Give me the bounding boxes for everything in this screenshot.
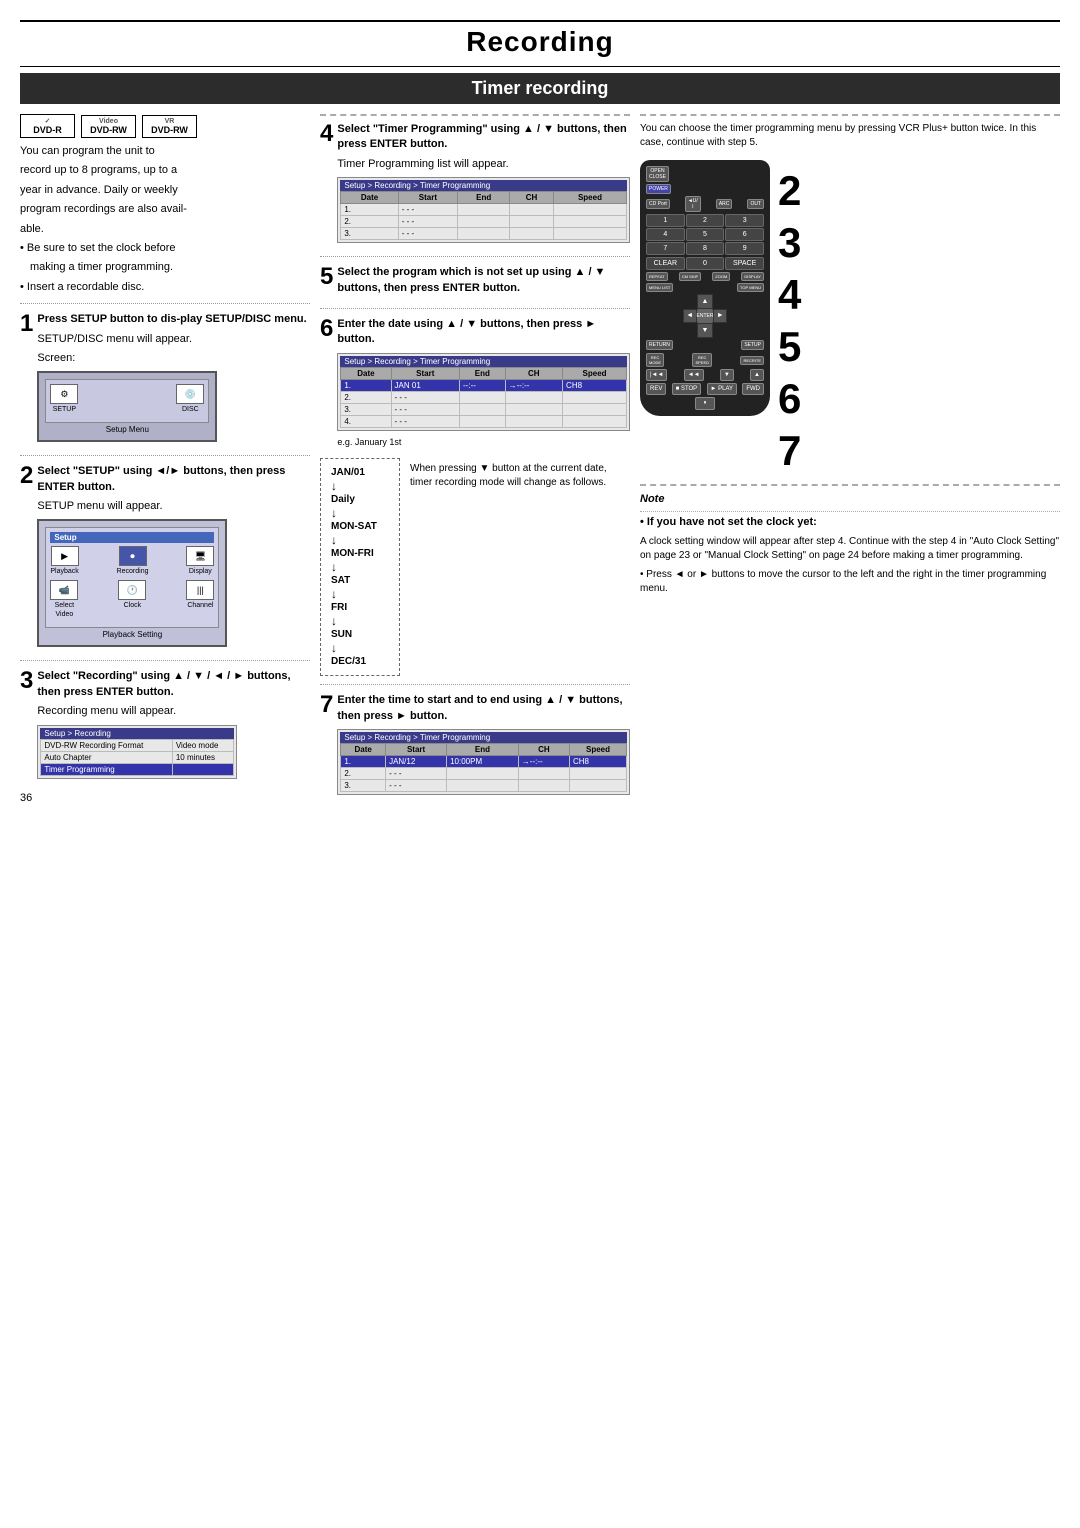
step-4: 4 Select "Timer Programming" using ▲ / ▼… (320, 114, 630, 248)
remote-transport: |◄◄ ◄◄ ▼ ▲ (646, 369, 764, 381)
page-number: 36 (20, 792, 310, 804)
page-title-area: Recording (20, 20, 1060, 67)
timer-prog-screen-1: Setup > Recording > Timer Programming Da… (337, 177, 630, 243)
step-3: 3 Select "Recording" using ▲ / ▼ / ◄ / ►… (20, 669, 310, 783)
step-1: 1 Press SETUP button to dis-play SETUP/D… (20, 312, 310, 447)
remote-control: OPENCLOSE POWER CD Port ◄U/I ARC OUT 1 (640, 160, 770, 416)
disc-logo-dvdrw-vr: VR DVD-RW (142, 115, 197, 138)
disc-logo-dvdr: ✓ DVD-R (20, 114, 75, 138)
middle-column: 4 Select "Timer Programming" using ▲ / ▼… (320, 114, 630, 804)
step-2: 2 Select "SETUP" using ◄/► buttons, then… (20, 464, 310, 652)
intro-text: You can program the unit to record up to… (20, 144, 310, 295)
timer-prog-screen-2: Setup > Recording > Timer Programming Da… (337, 353, 630, 431)
step4-note: You can choose the timer programming men… (640, 114, 1060, 150)
remote-number-grid: 1 2 3 4 5 6 7 8 9 (646, 214, 764, 255)
setup-menu-label: Setup Menu (45, 425, 209, 434)
disc-logos: ✓ DVD-R Video DVD-RW VR DVD-RW (20, 114, 310, 138)
step-7: 7 Enter the time to start and to end usi… (320, 693, 630, 800)
step-6: 6 Enter the date using ▲ / ▼ buttons, th… (320, 317, 630, 676)
setup-disc-screen: ⚙ SETUP 💿 DISC Setup Menu (37, 371, 217, 442)
playback-setting-label: Playback Setting (45, 630, 219, 639)
date-chain-explanation: When pressing ▼ button at the current da… (410, 458, 630, 676)
right-column: You can choose the timer programming men… (640, 114, 1060, 804)
date-chain: JAN/01 ↓ Daily ↓ MON-SAT ↓ MON-FRI ↓ SAT… (320, 458, 400, 676)
setup-menu-screen: Setup ▶ Playback ⏺ Recording (37, 519, 227, 647)
left-column: ✓ DVD-R Video DVD-RW VR DVD-RW You can p… (20, 114, 310, 804)
section-header: Timer recording (20, 73, 1060, 104)
note-box: Note • If you have not set the clock yet… (640, 484, 1060, 596)
step-numbers-right: 2 3 4 5 6 7 (778, 160, 801, 472)
disc-logo-dvdrw-video: Video DVD-RW (81, 115, 136, 138)
timer-prog-screen-3: Setup > Recording > Timer Programming Da… (337, 729, 630, 795)
page-wrapper: Recording Timer recording ✓ DVD-R Video … (20, 20, 1060, 804)
recording-menu-screen: Setup > Recording DVD-RW Recording Forma… (37, 725, 237, 779)
remote-dpad: ▲ ◄ ENTER ► ▼ (683, 294, 727, 338)
page-title: Recording (20, 26, 1060, 58)
step-5: 5 Select the program which is not set up… (320, 265, 630, 300)
